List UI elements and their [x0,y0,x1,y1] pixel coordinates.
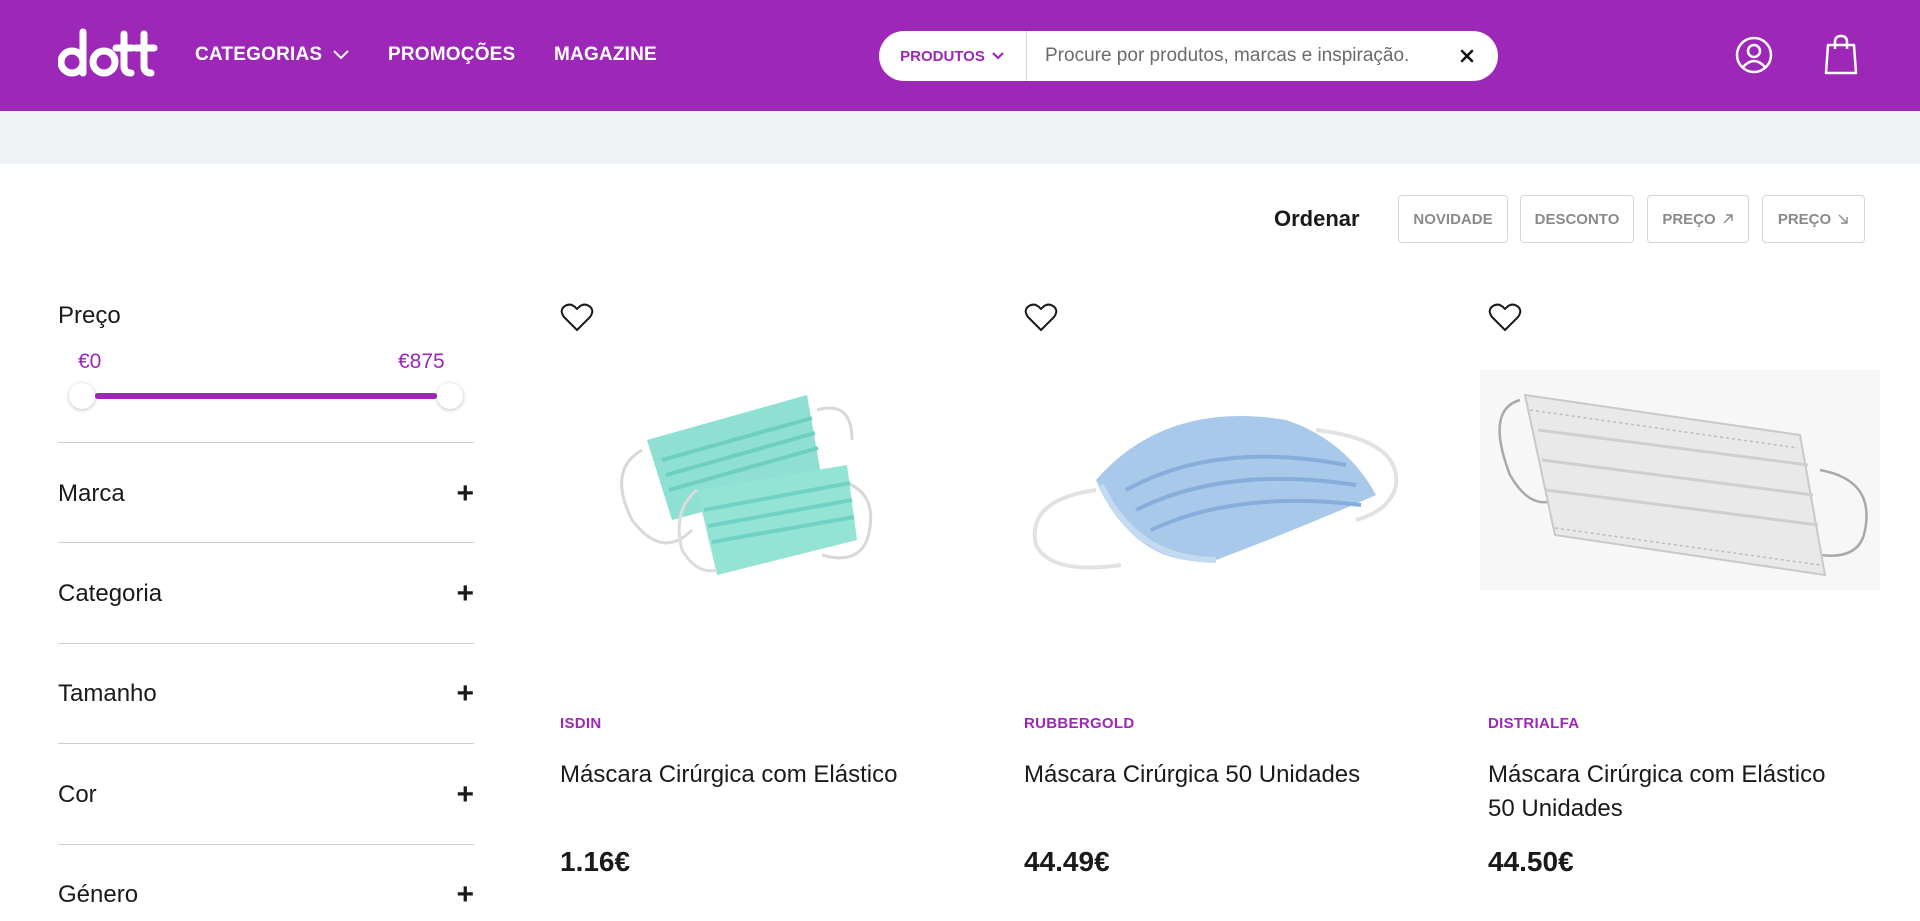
filter-label: Cor [58,781,97,808]
breadcrumb-band [0,111,1920,164]
sort-option-label: PREÇO [1662,210,1716,228]
expand-icon: + [456,577,474,610]
filter-label: Marca [58,480,125,507]
expand-icon: + [456,778,474,811]
blue-surgical-mask-image [1032,416,1399,570]
heart-icon [560,303,594,331]
favorite-button[interactable] [560,302,594,334]
sort-price-asc-button[interactable]: PREÇO [1647,195,1749,243]
close-icon [1460,49,1474,63]
product-price: 44.49€ [1024,846,1110,877]
product-price: 44.50€ [1488,846,1574,877]
favorite-button[interactable] [1024,302,1058,334]
price-min-label: €0 [78,350,102,373]
filter-divider [58,542,474,543]
price-filter-title: Preço [58,302,121,329]
filter-divider [58,743,474,744]
sort-option-label: DESCONTO [1534,210,1620,228]
filter-divider [58,643,474,644]
filter-label: Género [58,881,139,908]
price-slider-range [95,393,437,399]
product-price: 1.16€ [560,846,631,877]
price-slider-max-handle[interactable] [437,383,463,409]
nav-categorias-label: CATEGORIAS [195,44,323,65]
site-header: CATEGORIAS PROMOÇÕES MAGAZINE PRODUTOS [0,0,1920,111]
product-image[interactable] [1006,330,1426,630]
nav-categorias[interactable]: CATEGORIAS [195,44,350,66]
chevron-down-icon [333,50,349,60]
product-image[interactable] [1470,330,1890,630]
product-card[interactable]: ISDIN Máscara Cirúrgica com Elástico 1.1… [542,290,962,921]
sort-option-label: NOVIDADE [1413,210,1493,228]
heart-icon [1024,303,1058,331]
expand-icon: + [456,878,474,911]
product-brand[interactable]: DISTRIALFA [1488,715,1579,732]
price-slider-min-handle[interactable] [69,383,95,409]
search-type-label: PRODUTOS [900,47,985,65]
search-input[interactable] [1027,32,1447,80]
product-name[interactable]: Máscara Cirúrgica com Elástico [560,758,920,792]
arrow-up-right-icon [1723,214,1733,224]
shopping-bag-icon [1824,34,1858,75]
filter-divider [58,844,474,845]
product-card[interactable]: RUBBERGOLD Máscara Cirúrgica 50 Unidades… [1006,290,1426,921]
filter-label: Categoria [58,580,163,607]
favorite-button[interactable] [1488,302,1522,334]
nav-magazine[interactable]: MAGAZINE [554,44,657,66]
white-surgical-mask-image [1480,370,1880,590]
expand-icon: + [456,477,474,510]
product-image[interactable] [542,330,962,630]
price-max-label: €875 [398,350,445,373]
filter-genero[interactable]: Género + [58,865,474,921]
green-surgical-masks-image [620,395,873,575]
nav-promocoes[interactable]: PROMOÇÕES [388,44,515,66]
search-bar: PRODUTOS [879,31,1498,81]
arrow-down-right-icon [1838,214,1848,224]
filter-tamanho[interactable]: Tamanho + [58,664,474,724]
product-name[interactable]: Máscara Cirúrgica 50 Unidades [1024,758,1384,792]
product-brand[interactable]: RUBBERGOLD [1024,715,1135,732]
filter-cor[interactable]: Cor + [58,765,474,825]
product-name[interactable]: Máscara Cirúrgica com Elástico 50 Unidad… [1488,758,1848,826]
dott-logo[interactable] [58,26,160,82]
account-button[interactable] [1734,35,1774,75]
sort-desconto-button[interactable]: DESCONTO [1520,195,1634,243]
filter-divider [58,442,474,443]
filter-label: Tamanho [58,680,157,707]
search-clear-button[interactable] [1447,36,1487,76]
chevron-down-icon [992,52,1004,60]
product-brand[interactable]: ISDIN [560,715,602,732]
filter-categoria[interactable]: Categoria + [58,564,474,624]
cart-button[interactable] [1824,33,1858,75]
search-type-dropdown[interactable]: PRODUTOS [879,31,1027,81]
heart-icon [1488,303,1522,331]
filter-marca[interactable]: Marca + [58,464,474,524]
sort-label: Ordenar [1274,206,1360,231]
sort-price-desc-button[interactable]: PREÇO [1762,195,1865,243]
sort-novidade-button[interactable]: NOVIDADE [1398,195,1508,243]
user-icon [1735,36,1773,74]
expand-icon: + [456,677,474,710]
sort-option-label: PREÇO [1777,210,1832,228]
product-card[interactable]: DISTRIALFA Máscara Cirúrgica com Elástic… [1470,290,1890,921]
